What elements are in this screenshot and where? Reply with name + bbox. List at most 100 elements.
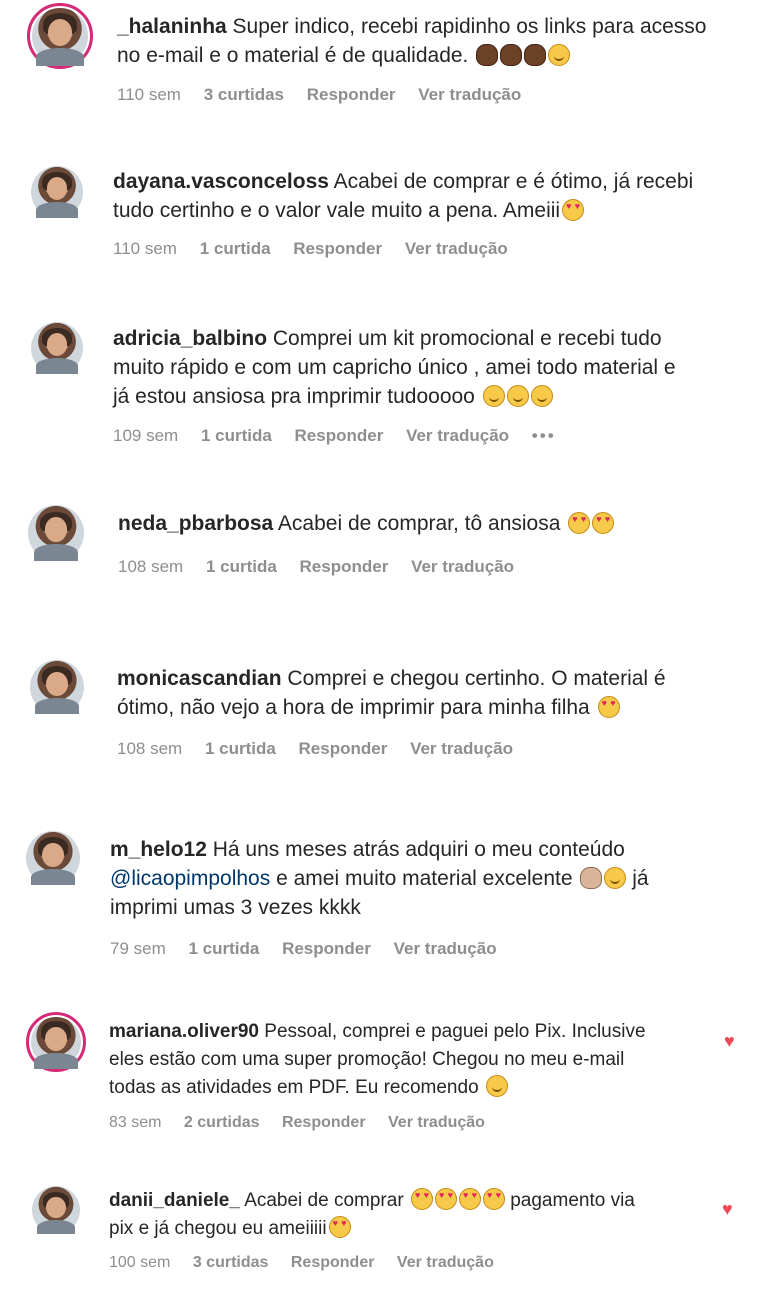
translate-button[interactable]: Ver tradução: [388, 1114, 485, 1131]
translate-button[interactable]: Ver tradução: [394, 939, 497, 958]
comment-body-line: Acabei de comprar, tô ansiosa: [277, 512, 561, 535]
comment-meta: 108 sem 1 curtida Responder Ver tradução: [118, 557, 532, 577]
avatar[interactable]: [30, 660, 84, 714]
comment-username[interactable]: m_helo12: [110, 838, 207, 861]
comment-likes[interactable]: 3 curtidas: [193, 1254, 269, 1271]
comment-text: adricia_balbino Comprei um kit promocion…: [113, 324, 753, 411]
comment-body-line: ótimo, não vejo a hora de imprimir para …: [117, 696, 590, 719]
comment-username[interactable]: monicascandian: [117, 667, 282, 690]
smiling-face-icon: [548, 44, 571, 66]
comment-likes[interactable]: 1 curtida: [206, 557, 277, 576]
heart-eyes-icon: [482, 1188, 505, 1210]
reply-button[interactable]: Responder: [300, 557, 389, 576]
comment-text: m_helo12 Há uns meses atrás adquiri o me…: [110, 835, 755, 922]
comment-likes[interactable]: 1 curtida: [188, 939, 259, 958]
comment-body-line: tudo certinho e o valor vale muito a pen…: [113, 199, 561, 222]
comment-time: 110 sem: [113, 239, 177, 258]
avatar-shoulders: [36, 48, 84, 66]
comment-body-line: no e-mail e o material é de qualidade.: [117, 44, 469, 67]
translate-button[interactable]: Ver tradução: [411, 557, 514, 576]
comment-text: monicascandian Comprei e chegou certinho…: [117, 664, 757, 722]
comment-time: 109 sem: [113, 426, 179, 445]
comment-username[interactable]: mariana.oliver90: [109, 1021, 259, 1042]
heart-icon[interactable]: ♥: [724, 1032, 735, 1050]
translate-button[interactable]: Ver tradução: [410, 739, 513, 758]
comment-body-line: eles estão com uma super promoção! Chego…: [109, 1049, 625, 1070]
mention-link[interactable]: @licaopimpolhos: [110, 867, 270, 890]
comment-body-line: já: [632, 867, 649, 890]
reply-button[interactable]: Responder: [295, 426, 384, 445]
avatar[interactable]: [26, 831, 80, 885]
avatar-shoulders: [33, 544, 79, 561]
translate-button[interactable]: Ver tradução: [406, 426, 509, 445]
reply-button[interactable]: Responder: [282, 1114, 366, 1131]
comment-text: mariana.oliver90 Pessoal, comprei e pagu…: [109, 1018, 719, 1102]
heart-eyes-icon: [458, 1188, 481, 1210]
avatar[interactable]: [27, 3, 93, 69]
clap-dark-icon: [476, 44, 499, 66]
comment-meta: 83 sem 2 curtidas Responder Ver tradução: [109, 1114, 503, 1132]
reply-button[interactable]: Responder: [291, 1254, 375, 1271]
smiling-face-icon: [485, 1075, 508, 1097]
comment-meta: 108 sem 1 curtida Responder Ver tradução: [117, 739, 531, 759]
avatar[interactable]: [32, 1186, 80, 1234]
heart-eyes-icon: [410, 1188, 433, 1210]
smiling-hearts-icon: [506, 385, 529, 407]
comment-body-line: muito rápido e com um capricho único , a…: [113, 356, 676, 379]
heart-eyes-icon: [592, 512, 615, 534]
comment-text: dayana.vasconceloss Acabei de comprar e …: [113, 167, 753, 225]
avatar-shoulders: [36, 358, 78, 374]
comment-username[interactable]: danii_daniele_: [109, 1190, 240, 1211]
reply-button[interactable]: Responder: [299, 739, 388, 758]
translate-button[interactable]: Ver tradução: [405, 239, 508, 258]
heart-icon[interactable]: ♥: [722, 1200, 733, 1218]
comment-time: 110 sem: [117, 85, 181, 104]
avatar[interactable]: [31, 322, 83, 374]
comment-body-line: pagamento via: [510, 1190, 635, 1211]
avatar-face: [42, 842, 64, 867]
reply-button[interactable]: Responder: [307, 85, 396, 104]
comment-body-line: Comprei um kit promocional e recebi tudo: [272, 327, 662, 350]
clap-light-icon: [580, 867, 603, 889]
avatar[interactable]: [28, 505, 84, 561]
comment-likes[interactable]: 2 curtidas: [184, 1114, 260, 1131]
comment-username[interactable]: neda_pbarbosa: [118, 512, 273, 535]
avatar[interactable]: [26, 1012, 86, 1072]
comment-text: danii_daniele_ Acabei de comprar pagamen…: [109, 1187, 719, 1243]
avatar-face: [46, 1196, 66, 1218]
comment-likes[interactable]: 1 curtida: [200, 239, 271, 258]
comment-text: _halaninha Super indico, recebi rapidinh…: [117, 12, 757, 70]
smiling-hearts-icon: [530, 385, 553, 407]
comment-likes[interactable]: 1 curtida: [205, 739, 276, 758]
comment-meta: 110 sem 3 curtidas Responder Ver traduçã…: [117, 85, 539, 105]
comment-body-line: Pessoal, comprei e paguei pelo Pix. Incl…: [264, 1021, 646, 1042]
more-options-icon[interactable]: •••: [532, 426, 556, 445]
comment-body-line: todas as atividades em PDF. Eu recomendo: [109, 1077, 479, 1098]
comment-username[interactable]: adricia_balbino: [113, 327, 267, 350]
translate-button[interactable]: Ver tradução: [418, 85, 521, 104]
reply-button[interactable]: Responder: [293, 239, 382, 258]
avatar-face: [44, 517, 68, 542]
avatar-face: [45, 1026, 67, 1051]
avatar-face: [46, 671, 68, 696]
comment-body-line: já estou ansiosa pra imprimir tudooooo: [113, 385, 475, 408]
avatar-shoulders: [36, 1219, 76, 1234]
comment-meta: 110 sem 1 curtida Responder Ver tradução: [113, 239, 526, 259]
avatar-shoulders: [36, 202, 78, 218]
avatar[interactable]: [31, 166, 83, 218]
smiling-hearts-icon: [482, 385, 505, 407]
translate-button[interactable]: Ver tradução: [397, 1254, 494, 1271]
heart-eyes-icon: [434, 1188, 457, 1210]
avatar-face: [46, 177, 68, 201]
comment-username[interactable]: _halaninha: [117, 15, 227, 38]
clap-dark-icon: [524, 44, 547, 66]
reply-button[interactable]: Responder: [282, 939, 371, 958]
comment-likes[interactable]: 1 curtida: [201, 426, 272, 445]
comment-username[interactable]: dayana.vasconceloss: [113, 170, 329, 193]
avatar-shoulders: [34, 1052, 78, 1069]
comment-likes[interactable]: 3 curtidas: [204, 85, 284, 104]
comment-body-line: Há uns meses atrás adquiri o meu conteúd…: [212, 838, 625, 861]
comment-body-line: e amei muito material excelente: [276, 867, 573, 890]
comment-body-line: Comprei e chegou certinho. O material é: [287, 667, 666, 690]
comment-time: 108 sem: [118, 557, 184, 576]
